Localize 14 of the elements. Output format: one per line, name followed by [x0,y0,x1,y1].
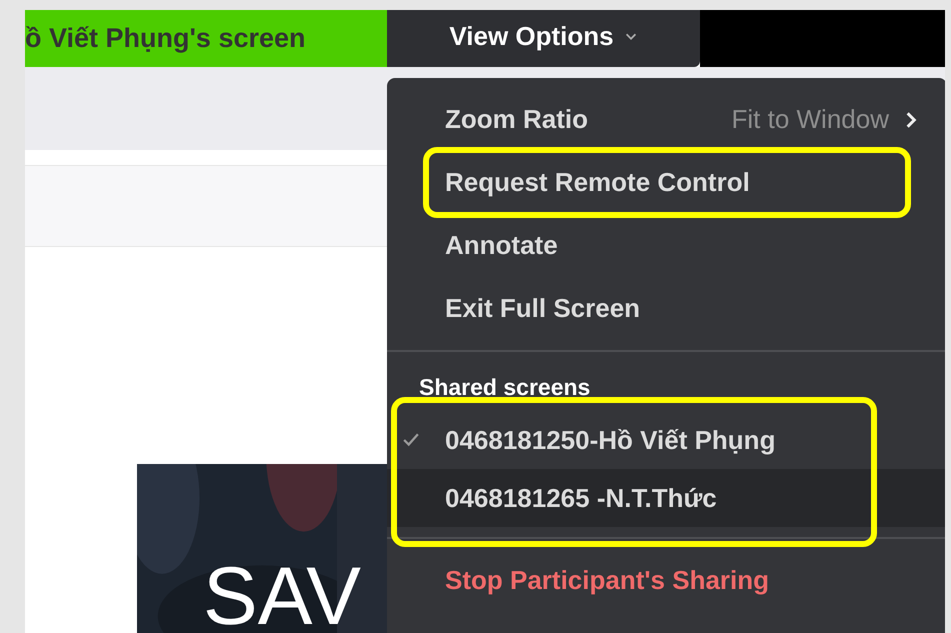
stop-sharing-item[interactable]: Stop Participant's Sharing [387,549,945,612]
shared-screen-item[interactable]: 0468181265 -N.T.Thức [387,469,945,527]
chevron-down-icon [624,31,638,42]
menu-item[interactable]: Request Remote Control [387,151,945,214]
check-icon [403,433,419,447]
zoom-ratio-value: Fit to Window [732,104,889,135]
view-options-button[interactable]: View Options [387,10,700,67]
shared-screen-item[interactable]: 0468181250-Hồ Viết Phụng [387,411,945,469]
sharing-title: ồ Viết Phụng's screen [25,10,387,67]
menu-item[interactable]: Exit Full Screen [387,277,945,340]
menu-item[interactable]: Annotate [387,214,945,277]
menu-item[interactable]: Zoom Ratio Fit to Window [387,88,945,151]
banner-headline: SAV [203,556,361,633]
section-heading: Shared screens [418,373,592,402]
